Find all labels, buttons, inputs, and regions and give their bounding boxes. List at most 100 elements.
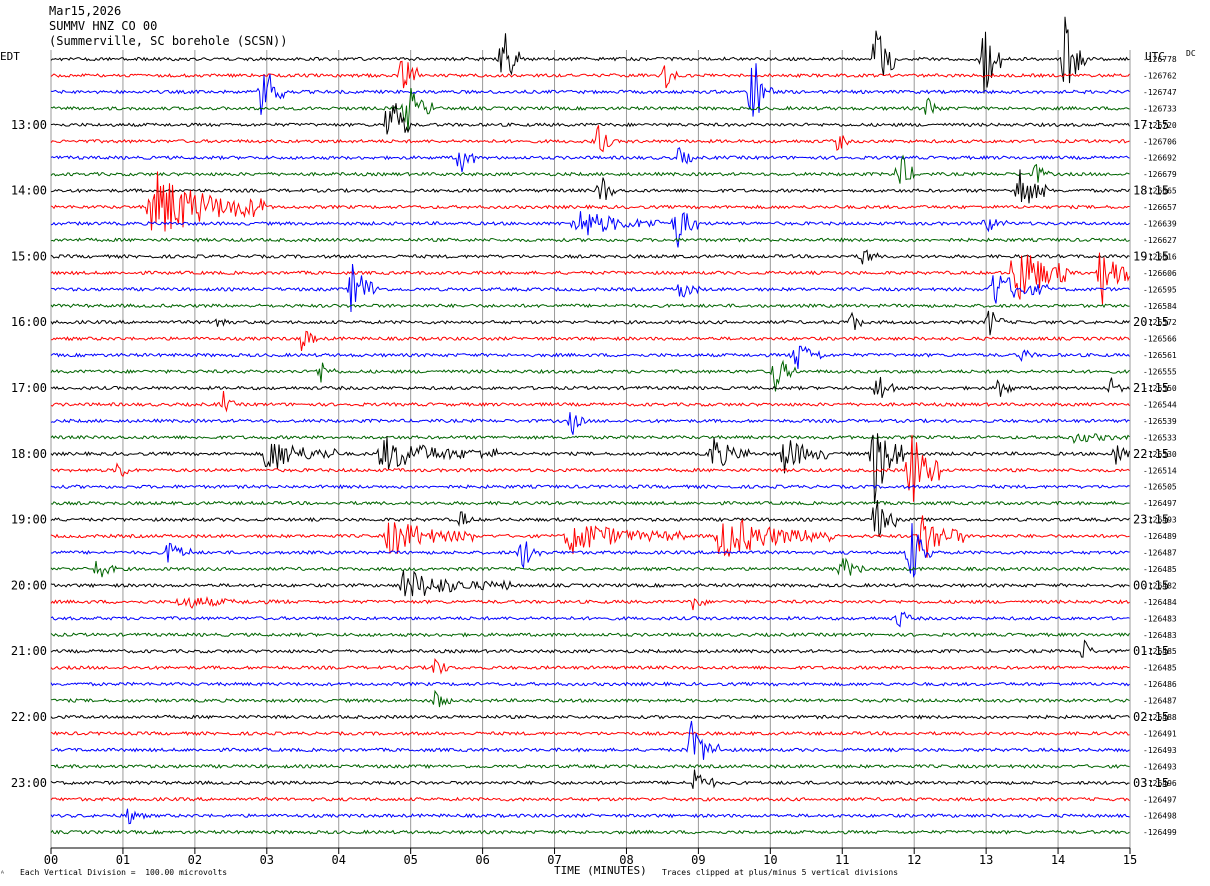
left-hour-label-0: 13:00 xyxy=(11,118,47,132)
dc-value-7: -126679 xyxy=(1143,170,1177,179)
dc-value-35: -126483 xyxy=(1143,631,1177,640)
trace-36 xyxy=(50,639,1130,658)
x-tick-label-06: 06 xyxy=(475,853,489,867)
dc-value-19: -126555 xyxy=(1143,368,1177,377)
dc-value-14: -126595 xyxy=(1143,285,1177,294)
trace-42 xyxy=(50,720,1130,760)
dc-value-43: -126493 xyxy=(1143,762,1177,771)
right-hour-label-7: 00:15 xyxy=(1133,578,1169,592)
dc-value-22: -126539 xyxy=(1143,417,1177,426)
trace-41 xyxy=(50,730,1130,737)
dc-value-39: -126487 xyxy=(1143,697,1177,706)
trace-18 xyxy=(50,345,1130,369)
right-hour-label-9: 02:15 xyxy=(1133,710,1169,724)
left-hour-label-7: 20:00 xyxy=(11,578,47,592)
trace-12 xyxy=(50,249,1130,265)
dc-value-18: -126561 xyxy=(1143,351,1177,360)
x-axis-label: TIME (MINUTES) xyxy=(554,864,647,877)
dc-value-34: -126483 xyxy=(1143,614,1177,623)
x-tick-label-13: 13 xyxy=(979,853,993,867)
dc-value-3: -126733 xyxy=(1143,104,1177,113)
left-hour-label-10: 23:00 xyxy=(11,776,47,790)
right-hour-label-5: 22:15 xyxy=(1133,447,1169,461)
dc-value-31: -126485 xyxy=(1143,565,1177,574)
dc-value-25: -126514 xyxy=(1143,466,1177,475)
dc-value-27: -126497 xyxy=(1143,499,1177,508)
trace-21 xyxy=(50,391,1130,413)
x-tick-label-12: 12 xyxy=(907,853,921,867)
x-tick-label-05: 05 xyxy=(403,853,417,867)
labels: 00 01 02 03 04 05 06 07 08 09 10 11 12 13 14 15-126778-… xyxy=(11,55,1177,867)
left-hour-label-5: 18:00 xyxy=(11,447,47,461)
left-hour-label-4: 17:00 xyxy=(11,381,47,395)
x-tick-label-14: 14 xyxy=(1051,853,1065,867)
dc-value-33: -126484 xyxy=(1143,598,1177,607)
trace-1 xyxy=(50,60,1130,89)
right-hour-label-0: 17:15 xyxy=(1133,118,1169,132)
left-hour-label-6: 19:00 xyxy=(11,513,47,527)
trace-6 xyxy=(50,147,1130,173)
left-hour-label-3: 16:00 xyxy=(11,315,47,329)
dc-value-11: -126627 xyxy=(1143,236,1177,245)
trace-31 xyxy=(50,557,1130,578)
x-tick-label-15: 15 xyxy=(1123,853,1137,867)
trace-17 xyxy=(50,330,1130,351)
right-hour-label-6: 23:15 xyxy=(1133,513,1169,527)
trace-38 xyxy=(50,681,1130,687)
left-hour-label-2: 15:00 xyxy=(11,249,47,263)
trace-22 xyxy=(50,412,1130,435)
trace-47 xyxy=(50,829,1130,835)
trace-13 xyxy=(50,252,1130,305)
dc-value-5: -126706 xyxy=(1143,137,1177,146)
trace-7 xyxy=(50,154,1130,184)
trace-37 xyxy=(50,657,1130,675)
dc-value-38: -126486 xyxy=(1143,680,1177,689)
left-hour-label-8: 21:00 xyxy=(11,644,47,658)
trace-11 xyxy=(50,237,1130,243)
traces xyxy=(50,16,1130,835)
x-tick-label-01: 01 xyxy=(116,853,130,867)
right-hour-label-8: 01:15 xyxy=(1133,644,1169,658)
trace-26 xyxy=(50,484,1130,490)
x-tick-label-10: 10 xyxy=(763,853,777,867)
left-hour-label-1: 14:00 xyxy=(11,184,47,198)
x-tick-label-11: 11 xyxy=(835,853,849,867)
dc-value-41: -126491 xyxy=(1143,729,1177,738)
dc-value-6: -126692 xyxy=(1143,154,1177,163)
trace-5 xyxy=(50,125,1130,153)
dc-value-46: -126498 xyxy=(1143,812,1177,821)
trace-34 xyxy=(50,611,1130,628)
scale-note: Each Vertical Division = 100.00 microvol… xyxy=(20,868,228,877)
dc-value-30: -126487 xyxy=(1143,549,1177,558)
right-hour-label-10: 03:15 xyxy=(1133,776,1169,790)
right-hour-label-4: 21:15 xyxy=(1133,381,1169,395)
trace-40 xyxy=(50,714,1130,720)
dc-value-17: -126566 xyxy=(1143,335,1177,344)
trace-27 xyxy=(50,500,1130,506)
trace-44 xyxy=(50,769,1130,789)
x-tick-label-09: 09 xyxy=(691,853,705,867)
trace-23 xyxy=(50,433,1130,445)
dc-value-21: -126544 xyxy=(1143,400,1177,409)
trace-19 xyxy=(50,359,1130,392)
trace-24 xyxy=(50,433,1130,505)
x-tick-label-04: 04 xyxy=(332,853,346,867)
trace-29 xyxy=(50,515,1130,558)
dc-value-37: -126485 xyxy=(1143,664,1177,673)
trace-39 xyxy=(50,689,1130,708)
trace-0 xyxy=(50,16,1130,94)
trace-32 xyxy=(50,570,1130,597)
dc-value-26: -126505 xyxy=(1143,483,1177,492)
trace-35 xyxy=(50,632,1130,638)
right-hour-label-3: 20:15 xyxy=(1133,315,1169,329)
dc-value-29: -126489 xyxy=(1143,532,1177,541)
dc-value-15: -126584 xyxy=(1143,302,1177,311)
dc-value-0: -126778 xyxy=(1143,55,1177,64)
dc-value-10: -126639 xyxy=(1143,220,1177,229)
dc-value-1: -126762 xyxy=(1143,71,1177,80)
trace-43 xyxy=(50,763,1130,769)
dc-value-13: -126606 xyxy=(1143,269,1177,278)
right-hour-label-1: 18:15 xyxy=(1133,184,1169,198)
trace-25 xyxy=(50,434,1130,502)
x-tick-label-02: 02 xyxy=(188,853,202,867)
